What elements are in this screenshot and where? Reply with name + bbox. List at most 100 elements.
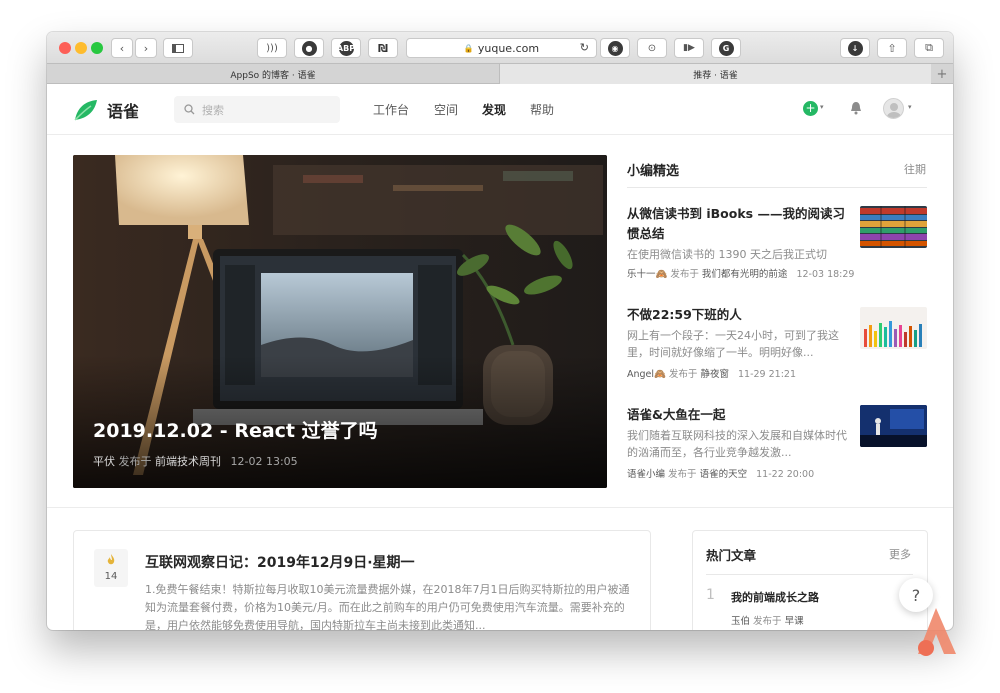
record-icon: ⊙ bbox=[647, 42, 657, 54]
pencils-image bbox=[860, 307, 927, 349]
pick-meta: 语雀小编 发布于 语雀的天空 11-22 20:00 bbox=[627, 466, 927, 480]
pick-author[interactable]: 乐十一🙈 bbox=[627, 269, 667, 280]
rss-button[interactable]: ))) bbox=[257, 38, 287, 58]
caret-down-icon: ▾ bbox=[820, 103, 824, 111]
pick-time: 11-29 21:21 bbox=[738, 369, 797, 380]
published-in-label: 发布于 bbox=[668, 369, 698, 380]
hot-heading: 热门文章 bbox=[706, 548, 757, 563]
hot-articles-panel: 热门文章 更多 1 我的前端成长之路 玉伯 发布于 早课 bbox=[692, 530, 928, 630]
question-icon: ? bbox=[911, 585, 921, 605]
chevron-right-icon: › bbox=[143, 41, 149, 55]
pick-thumbnail[interactable] bbox=[860, 206, 927, 248]
pick-channel[interactable]: 静夜窗 bbox=[700, 369, 729, 380]
close-window-button[interactable] bbox=[59, 42, 71, 54]
media-button[interactable]: ▮▶ bbox=[674, 38, 704, 58]
nav-workbench[interactable]: 工作台 bbox=[373, 101, 409, 118]
tabs-overview-button[interactable]: ⧉ bbox=[914, 38, 944, 58]
published-in-label: 发布于 bbox=[670, 269, 699, 280]
flame-icon bbox=[107, 554, 115, 565]
site-header: 语雀 搜索 工作台 空间 发现 帮助 + ▾ ▾ bbox=[47, 84, 953, 135]
extension-button-5[interactable]: G bbox=[711, 38, 741, 58]
hero-card[interactable]: 2019.12.02 - React 过誉了吗 平伏 发布于 前端技术周刊 12… bbox=[73, 155, 607, 488]
pick-channel[interactable]: 我们都有光明的前途 bbox=[702, 269, 788, 280]
hot-rank: 1 bbox=[706, 587, 715, 603]
article-card[interactable]: 14 互联网观察日记：2019年12月9日·星期一 1.免费午餐结束！特斯拉每月… bbox=[73, 530, 651, 630]
yuque-logo-icon[interactable] bbox=[73, 98, 99, 122]
nav-space[interactable]: 空间 bbox=[434, 101, 458, 118]
pick-title[interactable]: 不做22:59下班的人 bbox=[627, 305, 847, 325]
nav-discover[interactable]: 发现 bbox=[482, 101, 506, 118]
forward-button[interactable]: › bbox=[135, 38, 157, 58]
published-in-label: 发布于 bbox=[753, 616, 782, 627]
sidebar-toggle-button[interactable] bbox=[163, 38, 193, 58]
date-badge: 14 bbox=[94, 549, 128, 587]
pick-item[interactable]: 从微信读书到 iBooks ——我的阅读习惯总结 在使用微信读书的 1390 天… bbox=[627, 204, 927, 280]
reload-icon[interactable]: ↻ bbox=[580, 41, 589, 54]
search-icon bbox=[184, 104, 195, 115]
hero-title[interactable]: 2019.12.02 - React 过誉了吗 bbox=[93, 416, 378, 443]
browser-tab-label: 推荐 · 语雀 bbox=[693, 70, 738, 81]
price-icon: ₪ bbox=[378, 41, 388, 55]
spy-icon: ◉ bbox=[607, 40, 623, 56]
browser-tab-recommend[interactable]: 推荐 · 语雀 bbox=[500, 64, 931, 84]
downloads-button[interactable]: ↓ bbox=[840, 38, 870, 58]
avatar[interactable] bbox=[883, 98, 904, 119]
zoom-window-button[interactable] bbox=[91, 42, 103, 54]
address-bar[interactable]: 🔒 yuque.com ↻ bbox=[406, 38, 597, 58]
books-image bbox=[860, 206, 927, 248]
adblock-icon: ABP bbox=[337, 40, 355, 56]
published-in-label: 发布于 bbox=[668, 469, 697, 480]
extension-button-2[interactable]: ₪ bbox=[368, 38, 398, 58]
article-excerpt: 1.免费午餐结束！特斯拉每月收取10美元流量费据外媒，在2018年7月1日后购买… bbox=[145, 583, 630, 630]
site-logo-text[interactable]: 语雀 bbox=[107, 98, 139, 122]
search-placeholder: 搜索 bbox=[202, 103, 224, 117]
new-tab-button[interactable]: + bbox=[931, 64, 953, 84]
pick-item[interactable]: 不做22:59下班的人 网上有一个段子：一天24小时，可到了我这里，时间就好像缩… bbox=[627, 305, 927, 380]
bell-icon[interactable] bbox=[850, 101, 862, 115]
share-button[interactable]: ⇧ bbox=[877, 38, 907, 58]
browser-tab-label: AppSo 的博客 · 语雀 bbox=[230, 70, 316, 81]
pick-title[interactable]: 语雀&大鱼在一起 bbox=[627, 405, 847, 425]
plus-icon: + bbox=[805, 101, 816, 115]
pick-channel[interactable]: 语雀的天空 bbox=[700, 469, 748, 480]
sidebar-icon bbox=[172, 43, 184, 53]
url-text: yuque.com bbox=[477, 41, 540, 55]
hot-author[interactable]: 玉伯 bbox=[731, 616, 750, 627]
hero-author[interactable]: 平伏 bbox=[93, 455, 115, 468]
create-button[interactable]: + bbox=[803, 101, 818, 116]
search-input[interactable]: 搜索 bbox=[174, 96, 340, 123]
chevron-left-icon: ‹ bbox=[119, 41, 125, 55]
adblock-button[interactable]: ABP bbox=[331, 38, 361, 58]
hot-more-link[interactable]: 更多 bbox=[889, 546, 911, 562]
pick-desc: 在使用微信读书的 1390 天之后我正式切 bbox=[627, 248, 827, 261]
hot-channel[interactable]: 早课 bbox=[785, 616, 804, 627]
hot-article-title[interactable]: 我的前端成长之路 bbox=[731, 589, 819, 605]
pick-time: 11-22 20:00 bbox=[756, 469, 815, 480]
extension-button-3[interactable]: ◉ bbox=[600, 38, 630, 58]
picks-more-link[interactable]: 往期 bbox=[904, 161, 926, 177]
drop-icon: ● bbox=[301, 40, 317, 56]
nav-help[interactable]: 帮助 bbox=[530, 101, 554, 118]
caret-down-icon: ▾ bbox=[908, 103, 912, 111]
pick-thumbnail[interactable] bbox=[860, 307, 927, 349]
minimize-window-button[interactable] bbox=[75, 42, 87, 54]
published-in-label: 发布于 bbox=[118, 455, 152, 468]
pick-author[interactable]: Angel🙈 bbox=[627, 369, 666, 380]
rss-icon: ))) bbox=[266, 42, 278, 54]
pick-desc: 网上有一个段子：一天24小时，可到了我这里，时间就好像缩了一半。明明好像... bbox=[627, 329, 839, 359]
pick-author[interactable]: 语雀小编 bbox=[627, 469, 665, 480]
lock-icon: 🔒 bbox=[463, 43, 474, 53]
browser-tab-appso[interactable]: AppSo 的博客 · 语雀 bbox=[47, 64, 500, 84]
pick-title[interactable]: 从微信读书到 iBooks ——我的阅读习惯总结 bbox=[627, 204, 847, 244]
article-title[interactable]: 互联网观察日记：2019年12月9日·星期一 bbox=[145, 552, 415, 572]
pick-item[interactable]: 语雀&大鱼在一起 我们随着互联网科技的深入发展和自媒体时代的汹涌而至，各行业竞争… bbox=[627, 405, 927, 480]
browser-window: ‹ › ))) ● ABP ₪ 🔒 yuque.com ↻ ◉ ⊙ ▮▶ G ↓… bbox=[47, 32, 953, 630]
divider bbox=[627, 187, 927, 188]
extension-button-1[interactable]: ● bbox=[294, 38, 324, 58]
stage-image bbox=[860, 405, 927, 447]
pick-thumbnail[interactable] bbox=[860, 405, 927, 447]
back-button[interactable]: ‹ bbox=[111, 38, 133, 58]
extension-button-4[interactable]: ⊙ bbox=[637, 38, 667, 58]
hero-meta: 平伏 发布于 前端技术周刊 12-02 13:05 bbox=[93, 453, 298, 469]
hero-channel[interactable]: 前端技术周刊 bbox=[155, 455, 221, 468]
